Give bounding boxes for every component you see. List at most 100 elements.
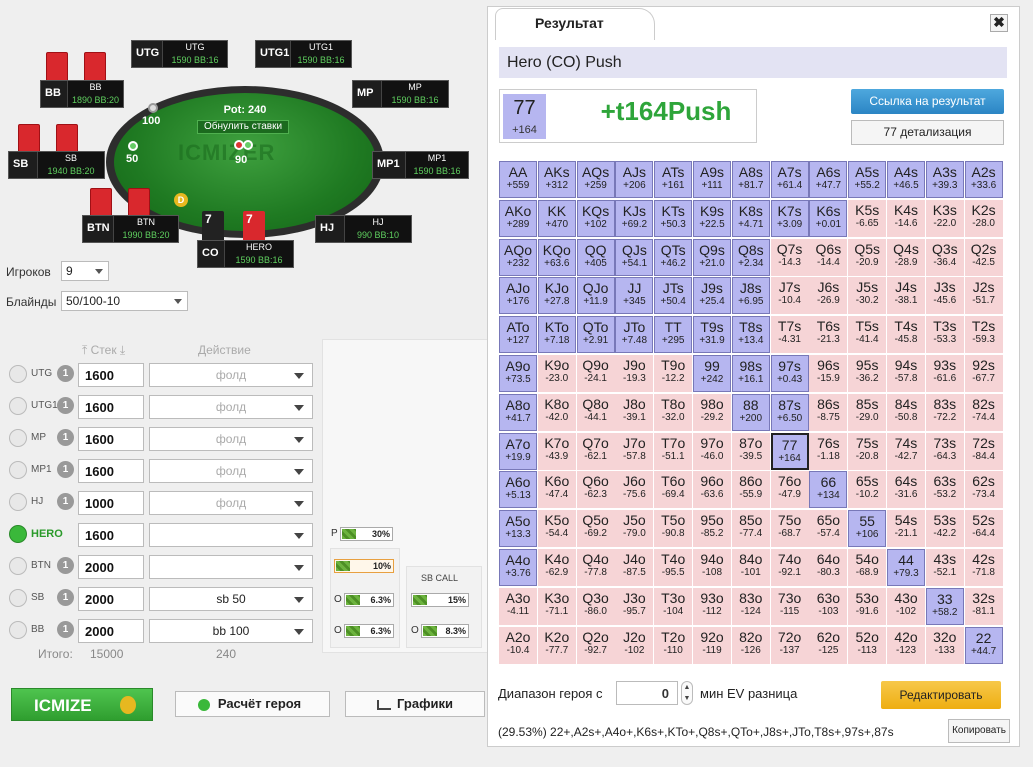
hand-cell[interactable]: J5s -30.2	[848, 277, 887, 315]
hand-cell[interactable]: 42s -71.8	[964, 549, 1003, 586]
hand-cell[interactable]: KTo +7.18	[537, 316, 576, 354]
hand-cell[interactable]: QQ +405	[576, 238, 615, 276]
hand-cell[interactable]: ATo +127	[499, 316, 537, 354]
hand-cell[interactable]: A8s +81.7	[731, 161, 770, 198]
hand-cell[interactable]: Q2s -42.5	[964, 238, 1003, 276]
seat-utg1[interactable]: UTG1 UTG1 1590 BB:16	[255, 40, 352, 68]
hand-cell[interactable]: A3s +39.3	[925, 161, 964, 198]
hand-cell[interactable]: Q5s -20.9	[848, 238, 887, 276]
o1-range-bar[interactable]: 6.3%	[344, 593, 394, 607]
hand-cell[interactable]: T5o -90.8	[654, 510, 693, 548]
hand-cell[interactable]: Q9o -24.1	[576, 355, 615, 392]
hand-cell[interactable]: T2s -59.3	[964, 316, 1003, 354]
stack-input[interactable]: 1000	[78, 491, 144, 515]
hand-cell[interactable]: T9s +31.9	[693, 316, 731, 354]
hand-cell[interactable]: T8s +13.4	[731, 316, 770, 354]
hand-cell[interactable]: J2o -102	[615, 626, 654, 664]
stack-input[interactable]: 1600	[78, 395, 144, 419]
hand-cell[interactable]: A2s +33.6	[964, 161, 1003, 198]
hand-cell[interactable]: QJo +11.9	[576, 277, 615, 315]
hand-cell[interactable]: K6s +0.01	[809, 199, 848, 237]
hand-cell[interactable]: AKo +289	[499, 199, 537, 237]
min-ev-stepper[interactable]: ▲ ▼	[681, 681, 693, 705]
hand-cell[interactable]: 76o -47.9	[770, 471, 809, 509]
hand-cell[interactable]: 73o -115	[770, 587, 809, 625]
hand-cell[interactable]: K4o -62.9	[537, 549, 576, 586]
action-select[interactable]: фолд	[149, 491, 313, 515]
stack-input[interactable]: 2000	[78, 555, 144, 579]
hand-cell[interactable]: 55 +106	[848, 510, 887, 548]
hand-cell[interactable]: 94o -108	[693, 549, 731, 586]
hand-cell[interactable]: T3o -104	[654, 587, 693, 625]
icmize-button[interactable]: ICMIZE	[11, 688, 153, 721]
hand-cell[interactable]: Q5o -69.2	[576, 510, 615, 548]
hand-cell[interactable]: KTs +50.3	[654, 199, 693, 237]
action-select[interactable]: bb 100	[149, 619, 313, 643]
hand-cell[interactable]: KJs +69.2	[615, 199, 654, 237]
hand-cell[interactable]: 97s +0.43	[770, 355, 809, 392]
hand-cell[interactable]: A9o +73.5	[499, 355, 537, 392]
hand-cell[interactable]: 73s -64.3	[925, 432, 964, 470]
action-select[interactable]: фолд	[149, 427, 313, 451]
hand-cell[interactable]: K9s +22.5	[693, 199, 731, 237]
hand-cell[interactable]: 86o -55.9	[731, 471, 770, 509]
hand-cell[interactable]: J3s -45.6	[925, 277, 964, 315]
hand-cell[interactable]: J4s -38.1	[887, 277, 925, 315]
hand-cell[interactable]: 53o -91.6	[848, 587, 887, 625]
hand-cell[interactable]: K5o -54.4	[537, 510, 576, 548]
hand-cell[interactable]: 32s -81.1	[964, 587, 1003, 625]
hand-cell[interactable]: K6o -47.4	[537, 471, 576, 509]
row-badge[interactable]: 1	[57, 557, 74, 574]
hand-cell[interactable]: T7s -4.31	[770, 316, 809, 354]
hand-cell[interactable]: J7s -10.4	[770, 277, 809, 315]
hand-cell[interactable]: A7o +19.9	[499, 432, 537, 470]
hand-cell[interactable]: J9o -19.3	[615, 355, 654, 392]
hand-cell[interactable]: Q7o -62.1	[576, 432, 615, 470]
hand-cell[interactable]: 92s -67.7	[964, 355, 1003, 392]
hand-cell[interactable]: 98s +16.1	[731, 355, 770, 392]
hand-cell[interactable]: 84s -50.8	[887, 393, 925, 431]
hand-cell[interactable]: Q6s -14.4	[809, 238, 848, 276]
hand-cell[interactable]: A3o -4.11	[499, 587, 537, 625]
action-select[interactable]: фолд	[149, 459, 313, 483]
hand-cell[interactable]: 93s -61.6	[925, 355, 964, 392]
seat-utg[interactable]: UTG UTG 1590 BB:16	[131, 40, 228, 68]
hand-cell[interactable]: TT +295	[654, 316, 693, 354]
o2-range-bar[interactable]: 6.3%	[344, 624, 394, 638]
hand-cell[interactable]: 65o -57.4	[809, 510, 848, 548]
hand-cell[interactable]: J8o -39.1	[615, 393, 654, 431]
players-select[interactable]: 9	[61, 261, 109, 281]
hand-cell[interactable]: J6o -75.6	[615, 471, 654, 509]
copy-button[interactable]: Копировать	[948, 719, 1010, 743]
hand-cell[interactable]: 72o -137	[770, 626, 809, 664]
hand-cell[interactable]: J9s +25.4	[693, 277, 731, 315]
stack-header[interactable]: ⤒ Стек ⤓	[82, 343, 125, 358]
seat-radio[interactable]	[9, 589, 27, 607]
hand-cell[interactable]: Q6o -62.3	[576, 471, 615, 509]
result-link-button[interactable]: Ссылка на результат	[851, 89, 1004, 114]
seat-radio[interactable]	[9, 461, 27, 479]
hand-cell[interactable]: A6s +47.7	[809, 161, 848, 198]
hand-cell[interactable]: 64o -80.3	[809, 549, 848, 586]
hand-cell[interactable]: 75o -68.7	[770, 510, 809, 548]
hand-cell[interactable]: 87s +6.50	[770, 393, 809, 431]
hand-cell[interactable]: 85o -77.4	[731, 510, 770, 548]
hand-cell[interactable]: 43s -52.1	[925, 549, 964, 586]
hand-cell[interactable]: Q2o -92.7	[576, 626, 615, 664]
hand-cell[interactable]: KQs +102	[576, 199, 615, 237]
hand-cell[interactable]: QTs +46.2	[654, 238, 693, 276]
hero-range-bar[interactable]: 10%	[334, 559, 394, 573]
hand-cell[interactable]: JTs +50.4	[654, 277, 693, 315]
hand-cell[interactable]: 96s -15.9	[809, 355, 848, 392]
blinds-select[interactable]: 50/100-10	[61, 291, 188, 311]
hand-cell[interactable]: K2s -28.0	[964, 199, 1003, 237]
hand-cell[interactable]: T4s -45.8	[887, 316, 925, 354]
seat-mp1[interactable]: MP1 MP1 1590 BB:16	[372, 151, 469, 179]
hand-cell[interactable]: A9s +111	[693, 161, 731, 198]
hand-cell[interactable]: K2o -77.7	[537, 626, 576, 664]
hand-cell[interactable]: T7o -51.1	[654, 432, 693, 470]
stack-input[interactable]: 2000	[78, 619, 144, 643]
hand-cell[interactable]: AKs +312	[537, 161, 576, 198]
seat-radio[interactable]	[9, 493, 27, 511]
action-select[interactable]	[149, 523, 313, 547]
